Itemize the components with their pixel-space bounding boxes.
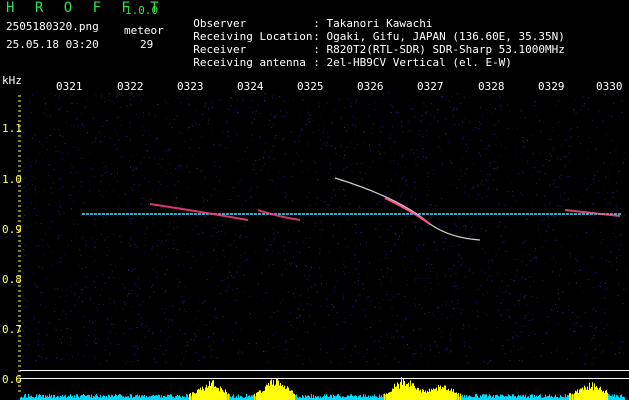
y-tick-0-9: 0.9: [2, 223, 22, 236]
y-tick-1-1: 1.1: [2, 122, 22, 135]
file-name: 2505180320.png: [6, 20, 99, 33]
meteor-label: meteor: [124, 24, 164, 37]
meteor-trace-0323: [149, 203, 249, 221]
info-value-antenna: 2el-HB9CV Vertical (el. E-W): [326, 56, 512, 69]
meteor-trace-0330: [564, 209, 621, 217]
y-tick-0-8: 0.8: [2, 273, 22, 286]
timestamp: 25.05.18 03:20: [6, 38, 99, 51]
app-version: 1.0.0: [125, 4, 159, 17]
y-tick-1-0: 1.0: [2, 173, 22, 186]
y-tick-0-6: 0.6: [2, 373, 22, 386]
level-guide-line-lower: [20, 378, 629, 379]
noise-field: [20, 92, 626, 365]
signal-level-bars: [20, 377, 625, 400]
y-unit-label: kHz: [2, 74, 22, 87]
y-tick-0-7: 0.7: [2, 323, 22, 336]
info-separator: :: [313, 56, 327, 69]
tick-marks: [18, 95, 21, 392]
level-guide-line-upper: [20, 370, 629, 371]
info-row-antenna: Receiving antenna: 2el-HB9CV Vertical (e…: [180, 43, 512, 69]
meteor-trace-0326-head: [384, 197, 431, 225]
info-key-antenna: Receiving antenna: [193, 56, 306, 69]
meteor-count: 29: [140, 38, 154, 51]
meteor-trace-0324: [257, 209, 301, 221]
spectrogram: [18, 92, 626, 400]
